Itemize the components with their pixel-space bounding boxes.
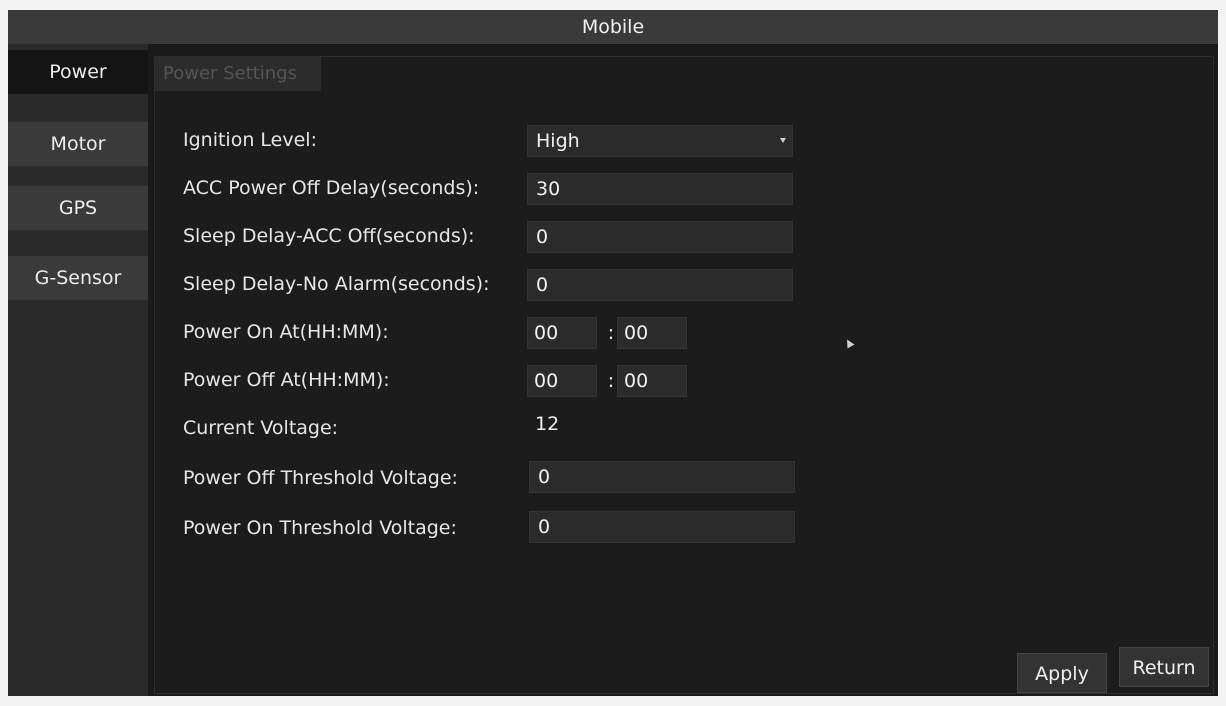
sidebar-item-power[interactable]: Power [8, 50, 148, 94]
power-on-minute-input[interactable]: 00 [617, 317, 687, 349]
power-off-hour-input[interactable]: 00 [527, 365, 597, 397]
settings-panel: Power Settings Ignition Level: High ACC … [154, 56, 1214, 694]
current-voltage-value: 12 [535, 413, 560, 435]
ignition-level-select[interactable]: High [527, 125, 793, 157]
sidebar: Power Motor GPS G-Sensor [8, 44, 148, 696]
mouse-pointer-icon [843, 337, 855, 349]
sleep-delay-acc-off-label: Sleep Delay-ACC Off(seconds): [183, 225, 475, 247]
sidebar-item-g-sensor[interactable]: G-Sensor [8, 256, 148, 300]
sleep-delay-no-alarm-input[interactable]: 0 [527, 269, 793, 301]
power-off-at-label: Power Off At(HH:MM): [183, 369, 390, 391]
current-voltage-label: Current Voltage: [183, 417, 339, 439]
sleep-delay-no-alarm-label: Sleep Delay-No Alarm(seconds): [183, 273, 490, 295]
apply-button[interactable]: Apply [1017, 653, 1107, 693]
power-off-time-separator: : [607, 370, 615, 392]
chevron-down-icon [780, 138, 786, 143]
sleep-delay-acc-off-input[interactable]: 0 [527, 221, 793, 253]
power-on-threshold-input[interactable]: 0 [529, 511, 795, 543]
ignition-level-value: High [536, 130, 580, 152]
sidebar-item-gps[interactable]: GPS [8, 186, 148, 230]
power-on-at-label: Power On At(HH:MM): [183, 321, 389, 343]
power-on-hour-input[interactable]: 00 [527, 317, 597, 349]
ignition-level-label: Ignition Level: [183, 129, 317, 151]
power-off-minute-input[interactable]: 00 [617, 365, 687, 397]
power-on-time-separator: : [607, 322, 615, 344]
power-on-threshold-label: Power On Threshold Voltage: [183, 517, 457, 539]
power-off-threshold-input[interactable]: 0 [529, 461, 795, 493]
return-button[interactable]: Return [1119, 647, 1209, 687]
acc-power-off-delay-input[interactable]: 30 [527, 173, 793, 205]
screen: Mobile Power Motor GPS G-Sensor Power Se… [8, 10, 1218, 696]
section-tab-power-settings[interactable]: Power Settings [155, 57, 321, 91]
sidebar-item-motor[interactable]: Motor [8, 122, 148, 166]
window-title: Mobile [8, 10, 1218, 44]
power-off-threshold-label: Power Off Threshold Voltage: [183, 467, 458, 489]
acc-power-off-delay-label: ACC Power Off Delay(seconds): [183, 177, 480, 199]
